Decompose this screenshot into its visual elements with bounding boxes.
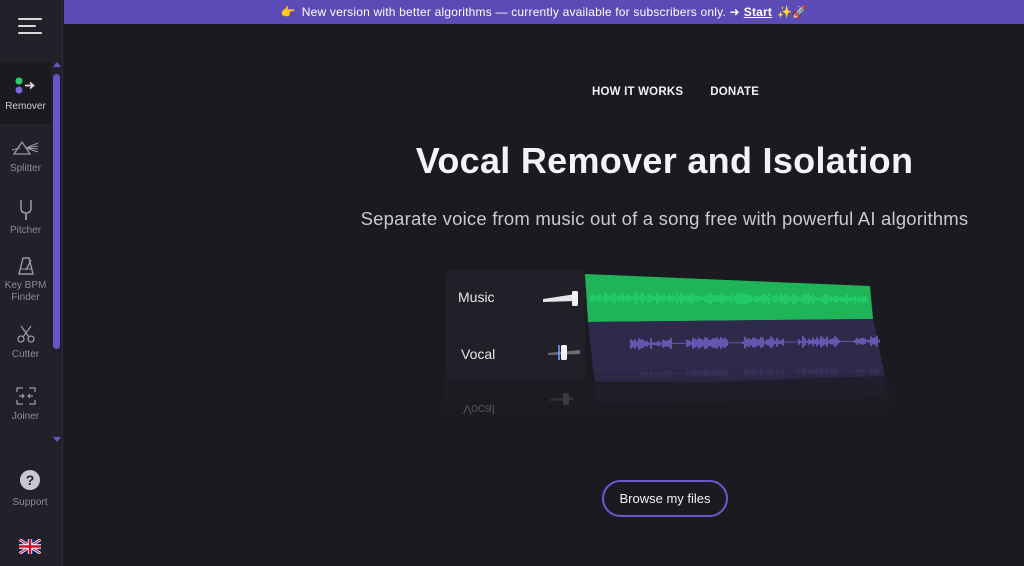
vocal-track-label: Vocal bbox=[461, 346, 496, 362]
hamburger-menu-icon[interactable] bbox=[14, 13, 46, 41]
vocal-reflection-label: Vocal bbox=[463, 402, 495, 417]
support-label: Support bbox=[12, 497, 48, 508]
sidebar-item-label: Pitcher bbox=[9, 224, 42, 236]
music-fader-knob[interactable] bbox=[572, 291, 578, 306]
sidebar-item-label: Remover bbox=[5, 100, 46, 112]
sparkle-rocket-icon: ✨🚀 bbox=[777, 5, 808, 19]
waveform-graphic bbox=[445, 270, 890, 428]
browse-files-button[interactable]: Browse my files bbox=[602, 480, 728, 517]
announcement-banner: 👉 New version with better algorithms — c… bbox=[64, 0, 1024, 24]
sidebar-scrollbar[interactable] bbox=[52, 62, 62, 446]
tuning-fork-icon bbox=[18, 198, 34, 222]
pointing-hand-icon: 👉 bbox=[280, 5, 296, 19]
page-subtitle: Separate voice from music out of a song … bbox=[360, 208, 969, 229]
splitter-prism-icon bbox=[11, 136, 40, 160]
sidebar: Remover Splitter Pitcher Key BPM Finder … bbox=[0, 0, 63, 566]
page-title: Vocal Remover and Isolation bbox=[415, 140, 914, 181]
sidebar-item-label: Joiner bbox=[11, 410, 40, 422]
banner-start-link[interactable]: Start bbox=[744, 5, 772, 19]
scroll-down-arrow-icon[interactable] bbox=[53, 437, 61, 442]
scissors-icon bbox=[16, 322, 36, 346]
sidebar-item-remover[interactable]: Remover bbox=[0, 62, 51, 124]
joiner-icon bbox=[15, 384, 37, 408]
scroll-thumb[interactable] bbox=[53, 74, 60, 349]
sidebar-item-pitcher[interactable]: Pitcher bbox=[0, 186, 51, 248]
sidebar-item-key-bpm-finder[interactable]: Key BPM Finder bbox=[0, 248, 51, 310]
sidebar-item-label: Cutter bbox=[11, 348, 40, 360]
how-it-works-link[interactable]: HOW IT WORKS bbox=[592, 86, 683, 98]
sidebar-nav: Remover Splitter Pitcher Key BPM Finder … bbox=[0, 62, 51, 434]
remover-icon bbox=[14, 74, 38, 98]
uk-flag-icon[interactable] bbox=[18, 537, 42, 556]
metronome-icon bbox=[17, 254, 35, 278]
support-link[interactable]: ? Support bbox=[0, 470, 60, 508]
mixer-illustration: Music Vocal Vocal bbox=[445, 268, 890, 428]
sidebar-item-label: Splitter bbox=[9, 162, 42, 174]
vocal-fader-knob[interactable] bbox=[561, 345, 567, 360]
donate-link[interactable]: DONATE bbox=[710, 86, 759, 98]
sidebar-item-label: Key BPM Finder bbox=[4, 280, 47, 303]
sidebar-item-joiner[interactable]: Joiner bbox=[0, 372, 51, 434]
music-track-label: Music bbox=[458, 289, 495, 305]
sidebar-item-splitter[interactable]: Splitter bbox=[0, 124, 51, 186]
top-nav: HOW IT WORKS DONATE bbox=[592, 86, 759, 98]
sidebar-item-cutter[interactable]: Cutter bbox=[0, 310, 51, 372]
banner-text: New version with better algorithms — cur… bbox=[301, 5, 740, 19]
question-icon: ? bbox=[20, 470, 40, 490]
scroll-up-arrow-icon[interactable] bbox=[53, 62, 61, 67]
